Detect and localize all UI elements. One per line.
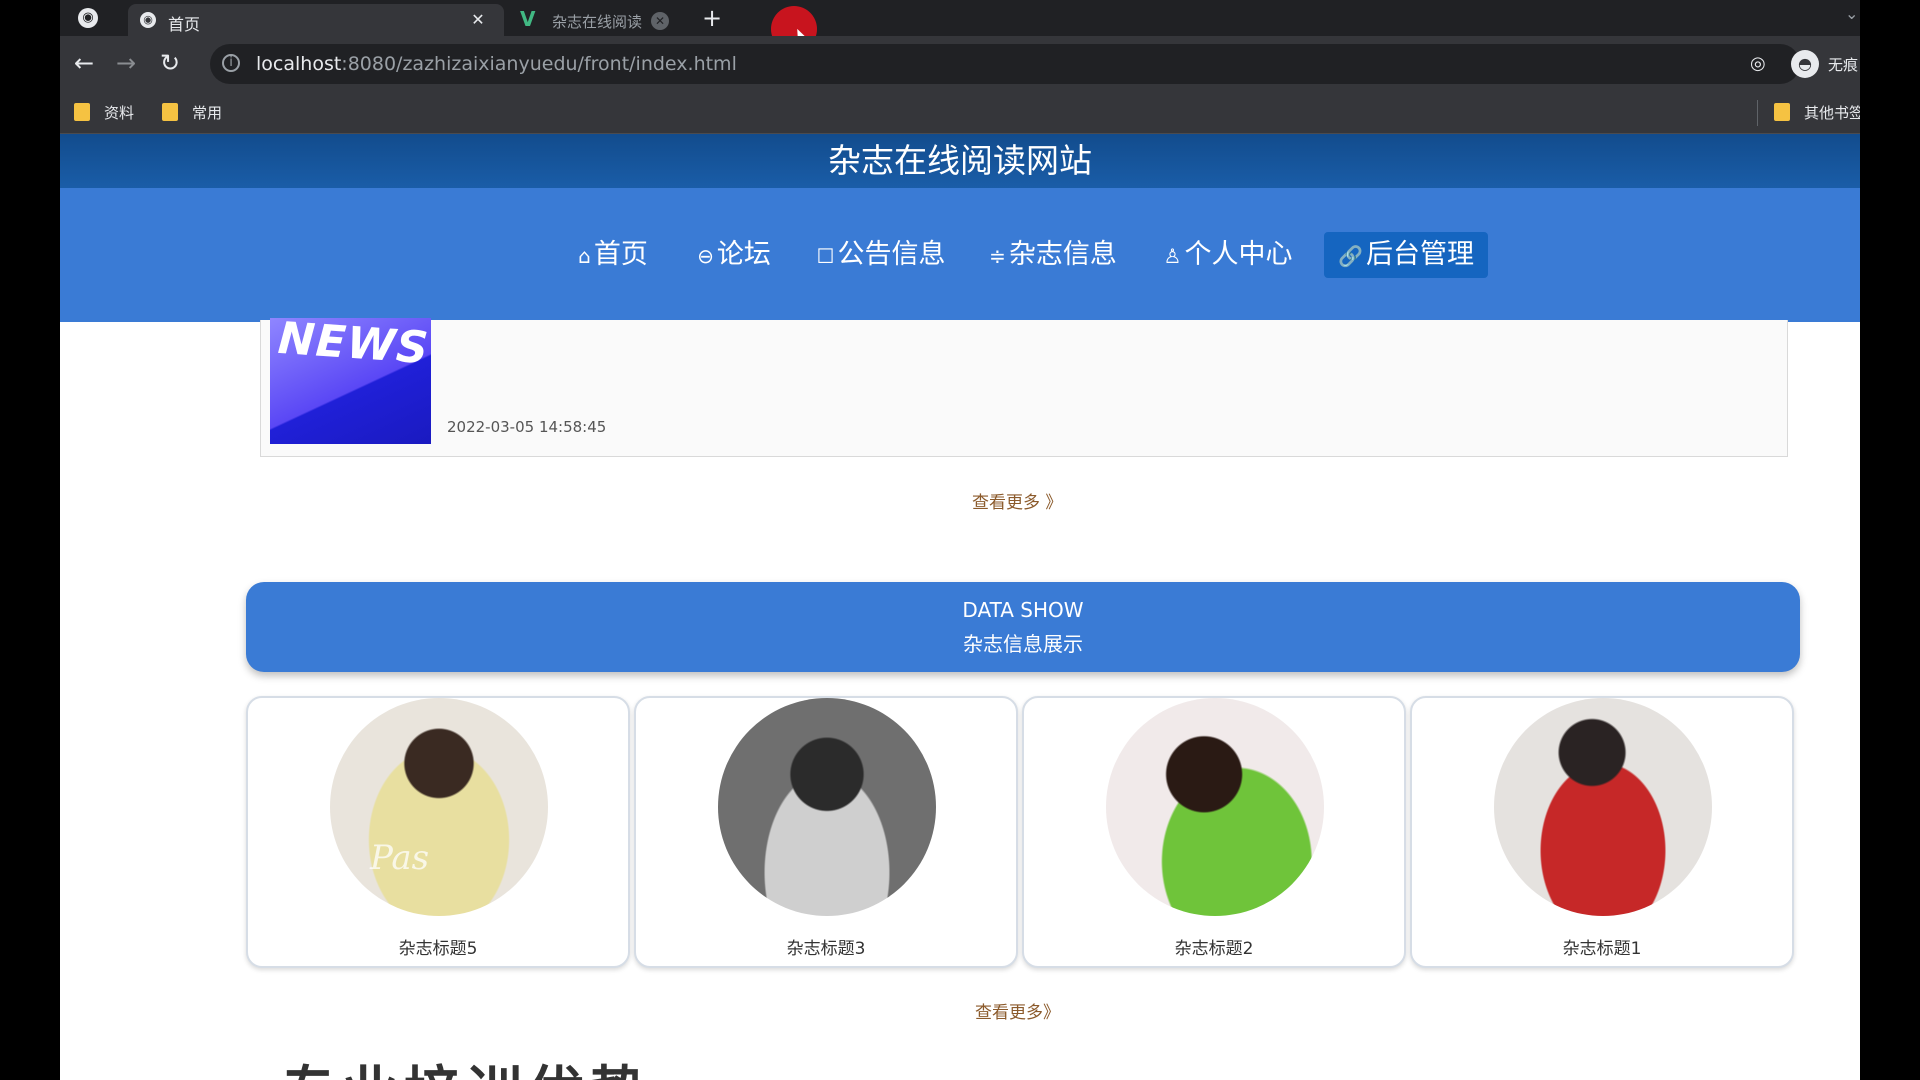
forum-icon: ⊖ xyxy=(697,244,714,268)
link-icon: 🔗 xyxy=(1338,244,1363,268)
incognito-icon[interactable]: ◓ xyxy=(1791,50,1819,78)
magazine-more-link[interactable]: 查看更多》 xyxy=(975,998,1060,1023)
tab-magazine[interactable]: V 杂志在线阅读 ✕ xyxy=(448,4,688,36)
magazine-cover[interactable]: Pas xyxy=(330,698,548,916)
nav-magazines[interactable]: ≑ 杂志信息 xyxy=(984,232,1122,278)
news-date: 2022-03-05 14:58:45 xyxy=(447,418,607,436)
forward-button[interactable]: → xyxy=(112,50,140,76)
back-button[interactable]: ← xyxy=(70,50,98,76)
new-tab-button[interactable]: + xyxy=(702,5,722,31)
section-title-en: DATA SHOW xyxy=(962,598,1084,622)
browser-globe-icon[interactable]: ◉ xyxy=(78,8,98,28)
bookmark-folder[interactable]: 资料 xyxy=(74,102,134,124)
magazine-card[interactable]: Pas 杂志标题5 xyxy=(246,696,630,968)
magazine-card[interactable]: 杂志标题1 xyxy=(1410,696,1794,968)
bookmark-folder[interactable]: 常用 xyxy=(162,102,222,124)
bookmark-separator xyxy=(1757,100,1758,126)
vue-icon: V xyxy=(520,7,536,31)
nav-home[interactable]: ⌂ 首页 xyxy=(572,232,654,278)
site-title: 杂志在线阅读网站 xyxy=(828,141,1092,180)
address-bar[interactable]: i localhost:8080/zazhizaixianyuedu/front… xyxy=(210,44,1818,84)
nav-forum[interactable]: ⊖ 论坛 xyxy=(692,232,776,278)
data-show-banner: DATA SHOW 杂志信息展示 xyxy=(246,582,1800,672)
news-more-link[interactable]: 查看更多 》 xyxy=(972,488,1062,513)
magazine-title[interactable]: 杂志标题5 xyxy=(248,934,628,959)
tab-label: 首页 xyxy=(168,15,201,34)
url-text[interactable]: localhost:8080/zazhizaixianyuedu/front/i… xyxy=(256,53,737,75)
browser-toolbar: ← → ↻ i localhost:8080/zazhizaixianyuedu… xyxy=(60,36,1860,92)
magazine-title[interactable]: 杂志标题1 xyxy=(1412,934,1792,959)
magazine-cover[interactable] xyxy=(1494,698,1712,916)
magazine-card[interactable]: 杂志标题3 xyxy=(634,696,1018,968)
folder-icon xyxy=(74,103,90,121)
news-thumbnail[interactable]: NEWS xyxy=(270,318,431,444)
web-page: 杂志在线阅读网站 ⌂ 首页 ⊖ 论坛 ☐ 公告信息 ≑ 杂志信息 ♙ 个人中心 🔗 后台管理… xyxy=(60,134,1860,1080)
chevron-down-icon[interactable]: ⌄ xyxy=(1845,4,1858,23)
news-item[interactable]: NEWS 2022-03-05 14:58:45 xyxy=(260,318,1788,457)
other-bookmarks[interactable]: 其他书签 xyxy=(1774,102,1860,124)
reload-button[interactable]: ↻ xyxy=(156,50,184,76)
magazine-cover[interactable] xyxy=(718,698,936,916)
close-icon[interactable]: ✕ xyxy=(651,12,669,30)
nav-announcements[interactable]: ☐ 公告信息 xyxy=(812,232,950,278)
magazine-card[interactable]: 杂志标题2 xyxy=(1022,696,1406,968)
magazine-title[interactable]: 杂志标题3 xyxy=(636,934,1016,959)
tab-strip: ◉ ◉ 首页 ✕ V 杂志在线阅读 ✕ + ⌄ xyxy=(60,0,1860,52)
nav-personal-center[interactable]: ♙ 个人中心 xyxy=(1158,232,1298,278)
magazine-title[interactable]: 杂志标题2 xyxy=(1024,934,1404,959)
info-icon[interactable]: i xyxy=(222,54,240,72)
profile-label[interactable]: 无痕 xyxy=(1828,54,1858,75)
home-icon: ⌂ xyxy=(578,244,591,268)
main-nav: ⌂ 首页 ⊖ 论坛 ☐ 公告信息 ≑ 杂志信息 ♙ 个人中心 🔗 后台管理 xyxy=(60,188,1860,322)
next-section-heading: 专业培训优势 xyxy=(280,1048,652,1080)
list-icon: ≑ xyxy=(989,244,1006,268)
user-icon: ♙ xyxy=(1163,244,1182,268)
magazine-cover[interactable] xyxy=(1106,698,1324,916)
notice-icon: ☐ xyxy=(816,244,835,268)
section-title-cn: 杂志信息展示 xyxy=(963,632,1083,656)
globe-icon: ◉ xyxy=(140,12,156,28)
nav-admin[interactable]: 🔗 后台管理 xyxy=(1324,232,1488,278)
tab-label: 杂志在线阅读 xyxy=(552,13,643,31)
folder-icon xyxy=(1774,103,1790,121)
eye-off-icon[interactable]: ◎ xyxy=(1750,53,1766,74)
site-header: 杂志在线阅读网站 xyxy=(60,134,1860,188)
bookmarks-bar: 资料 常用 其他书签 xyxy=(60,92,1860,134)
browser-window: ◉ ◉ 首页 ✕ V 杂志在线阅读 ✕ + ⌄ ← → ↻ i localhos… xyxy=(60,0,1860,1080)
folder-icon xyxy=(162,103,178,121)
